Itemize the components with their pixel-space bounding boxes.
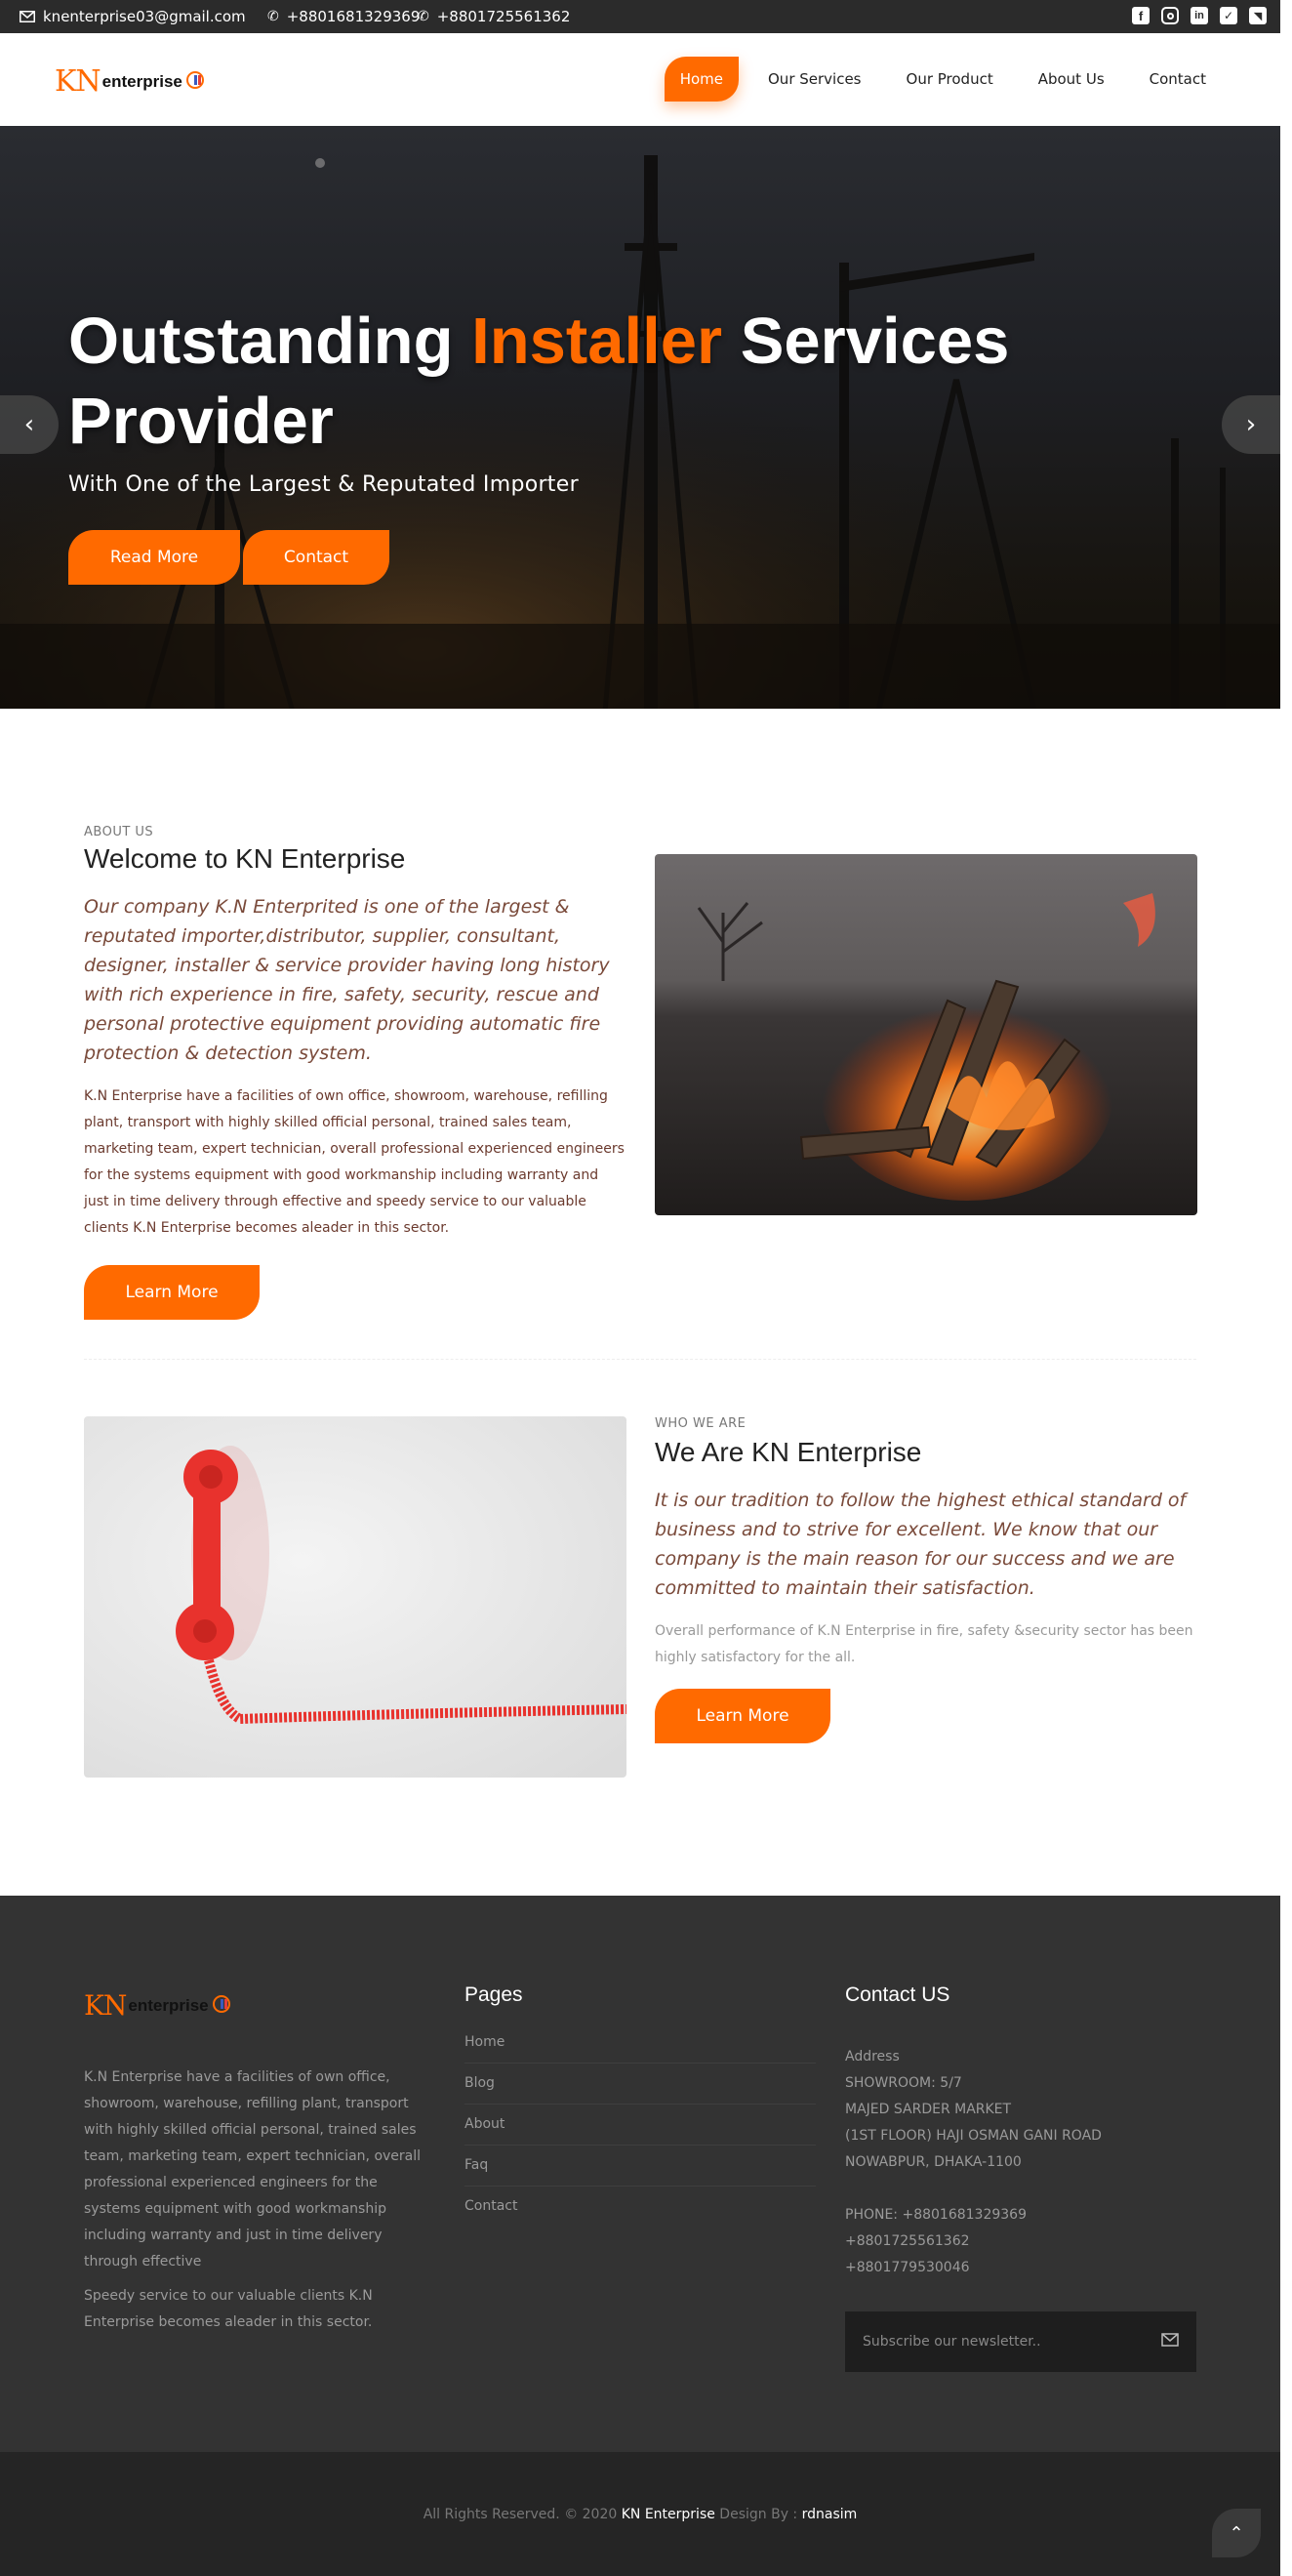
section-divider	[84, 1359, 1196, 1360]
copyright-text: All Rights Reserved. © 2020 KN Enterpris…	[0, 2507, 1280, 2522]
design-by-label: Design By :	[714, 2507, 802, 2522]
footer-logo[interactable]: KN enterprise	[84, 1989, 435, 2022]
chevron-left-icon: ‹	[23, 410, 35, 439]
phone-contact-2[interactable]: ✆ +8801725561362	[418, 8, 570, 25]
footer-about: KN enterprise K.N Enterprise have a faci…	[84, 1983, 435, 2336]
twitter-icon[interactable]: ✓	[1220, 7, 1237, 24]
phone-line: PHONE: +8801681329369	[845, 2207, 1027, 2223]
address-line: (1ST FLOOR) HAJI OSMAN GANI ROAD	[845, 2128, 1102, 2144]
footer-about-text-2: Speedy service to our valuable clients K…	[84, 2288, 373, 2330]
address-line: SHOWROOM: 5/7	[845, 2075, 962, 2091]
phone-text-2[interactable]: +8801725561362	[437, 8, 571, 25]
hero-subtitle: With One of the Largest & Reputated Impo…	[68, 472, 579, 497]
nav-our-product[interactable]: Our Product	[891, 57, 1009, 102]
nav-home[interactable]: Home	[664, 57, 739, 102]
copyright-prefix: All Rights Reserved. © 2020	[423, 2507, 622, 2522]
about-section: ABOUT US Welcome to KN Enterprise Our co…	[84, 825, 626, 1320]
hero-title-highlight: Installer	[471, 305, 723, 378]
send-envelope-icon[interactable]	[1161, 2333, 1179, 2351]
footer-link-home[interactable]: Home	[464, 2023, 816, 2064]
rss-icon[interactable]: ◥	[1249, 7, 1267, 24]
who-learn-more-button[interactable]: Learn More	[655, 1689, 830, 1743]
main-menu: Home Our Services Our Product About Us C…	[664, 57, 1222, 102]
email-text[interactable]: knenterprise03@gmail.com	[43, 8, 246, 25]
footer-link-contact[interactable]: Contact	[464, 2187, 816, 2227]
who-we-are-section: WHO WE ARE We Are KN Enterprise It is ou…	[655, 1416, 1199, 1743]
phone-text-1[interactable]: +8801681329369	[287, 8, 421, 25]
logo-kn: KN	[55, 64, 101, 99]
phone-line: +8801725561362	[845, 2233, 970, 2249]
social-links: f in ✓ ◥	[1132, 7, 1267, 24]
hero-title-part1: Outstanding	[68, 305, 472, 378]
phone-icon: ✆	[418, 9, 429, 24]
phone-line: +8801779530046	[845, 2260, 970, 2275]
hero-slider: Outstanding Installer Services Provider …	[0, 126, 1280, 709]
main-header: KN enterprise Home Our Services Our Prod…	[0, 33, 1280, 126]
email-contact[interactable]: knenterprise03@gmail.com	[20, 8, 246, 25]
facebook-icon[interactable]: f	[1132, 7, 1150, 24]
about-lead: Our company K.N Enterprited is one of th…	[84, 896, 610, 1064]
footer-logo-text: enterprise	[128, 1995, 209, 2015]
chevron-right-icon: ›	[1245, 410, 1257, 439]
chevron-up-icon: ⌃	[1229, 2522, 1244, 2544]
footer-pages: Pages Home Blog About Faq Contact	[464, 1983, 816, 2227]
red-telephone-image	[84, 1416, 626, 1778]
who-body: Overall performance of K.N Enterprise in…	[655, 1623, 1193, 1665]
slider-prev-button[interactable]: ‹	[0, 395, 59, 454]
about-title: Welcome to KN Enterprise	[84, 843, 406, 874]
logo-mark-icon	[185, 70, 207, 94]
logo-text: enterprise	[101, 71, 182, 91]
designer-link[interactable]: rdnasim	[802, 2507, 858, 2522]
phone-contact-1[interactable]: ✆ +8801681329369	[267, 8, 420, 25]
site-logo[interactable]: KN enterprise	[55, 64, 207, 99]
envelope-icon	[20, 11, 35, 22]
footer-link-blog[interactable]: Blog	[464, 2064, 816, 2105]
read-more-button[interactable]: Read More	[68, 530, 240, 585]
campfire-image	[655, 854, 1197, 1215]
address-label: Address	[845, 2049, 900, 2065]
who-title: We Are KN Enterprise	[655, 1437, 922, 1467]
back-to-top-button[interactable]: ⌃	[1212, 2509, 1261, 2557]
footer-contact-title: Contact US	[845, 1983, 950, 2006]
phone-icon: ✆	[267, 9, 279, 24]
about-body: K.N Enterprise have a facilities of own …	[84, 1088, 625, 1236]
about-learn-more-button[interactable]: Learn More	[84, 1265, 260, 1320]
footer-logo-kn: KN	[84, 1989, 127, 2022]
newsletter-placeholder: Subscribe our newsletter..	[863, 2334, 1041, 2350]
footer-pages-title: Pages	[464, 1983, 523, 2006]
copyright-bar: All Rights Reserved. © 2020 KN Enterpris…	[0, 2452, 1280, 2576]
nav-about-us[interactable]: About Us	[1023, 57, 1120, 102]
address-line: NOWABPUR, DHAKA-1100	[845, 2154, 1022, 2170]
who-lead: It is our tradition to follow the highes…	[655, 1490, 1187, 1599]
about-kicker: ABOUT US	[84, 825, 154, 839]
top-bar: knenterprise03@gmail.com ✆ +880168132936…	[0, 0, 1280, 33]
address-line: MAJED SARDER MARKET	[845, 2102, 1012, 2117]
hero-title: Outstanding Installer Services Provider	[68, 302, 1161, 462]
copyright-brand-link[interactable]: KN Enterprise	[622, 2507, 715, 2522]
nav-our-services[interactable]: Our Services	[752, 57, 877, 102]
footer-link-about[interactable]: About	[464, 2105, 816, 2146]
footer: KN enterprise K.N Enterprise have a faci…	[0, 1896, 1280, 2452]
who-kicker: WHO WE ARE	[655, 1416, 747, 1431]
hero-contact-button[interactable]: Contact	[243, 530, 389, 585]
footer-about-text-1: K.N Enterprise have a facilities of own …	[84, 2069, 422, 2269]
newsletter-input[interactable]: Subscribe our newsletter..	[845, 2311, 1196, 2372]
footer-contact: Contact US Address SHOWROOM: 5/7 MAJED S…	[845, 1983, 1196, 2281]
slider-next-button[interactable]: ›	[1222, 395, 1280, 454]
footer-link-faq[interactable]: Faq	[464, 2146, 816, 2187]
linkedin-icon[interactable]: in	[1191, 7, 1208, 24]
nav-contact[interactable]: Contact	[1134, 57, 1222, 102]
logo-mark-icon	[212, 1994, 233, 2018]
instagram-icon[interactable]	[1161, 7, 1179, 24]
